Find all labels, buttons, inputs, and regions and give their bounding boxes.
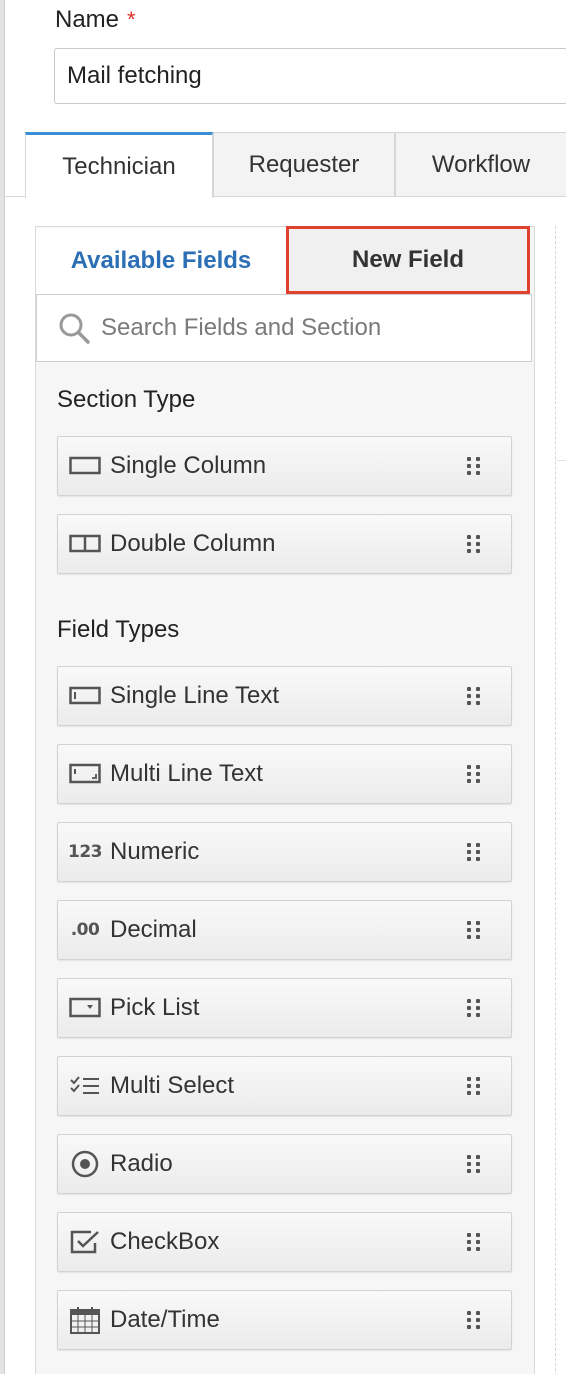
search-box[interactable] — [36, 294, 532, 362]
search-input[interactable] — [101, 314, 521, 342]
drag-handle-icon[interactable] — [467, 1153, 481, 1175]
pick-list-icon — [68, 995, 102, 1021]
drag-handle-icon[interactable] — [467, 841, 481, 863]
panel-divider — [555, 226, 556, 1374]
double-column-icon — [68, 531, 102, 557]
drag-handle-icon[interactable] — [467, 919, 481, 941]
field-item-label: CheckBox — [110, 1228, 220, 1255]
drag-handle-icon[interactable] — [467, 997, 481, 1019]
calendar-icon — [68, 1307, 102, 1334]
field-item-single-line-text[interactable]: Single Line Text — [57, 666, 512, 726]
subtab-new-field-label: New Field — [351, 246, 465, 273]
field-item-label: Double Column — [110, 530, 276, 557]
field-item-label: Multi Line Text — [110, 760, 263, 787]
field-item-multi-line-text[interactable]: Multi Line Text — [57, 744, 512, 804]
field-item-label: Radio — [110, 1150, 173, 1177]
field-item-label: Pick List — [110, 994, 200, 1021]
field-item-single-column[interactable]: Single Column — [57, 436, 512, 496]
field-item-radio[interactable]: Radio — [57, 1134, 512, 1194]
tab-workflow-label: Workflow — [431, 150, 531, 178]
field-item-label: Date/Time — [110, 1306, 220, 1333]
tab-technician[interactable]: Technician — [25, 132, 213, 198]
field-item-double-column[interactable]: Double Column — [57, 514, 512, 574]
required-marker: * — [127, 7, 136, 32]
field-item-checkbox[interactable]: CheckBox — [57, 1212, 512, 1272]
field-item-multi-select[interactable]: Multi Select — [57, 1056, 512, 1116]
left-border-line — [4, 0, 5, 1374]
field-item-numeric[interactable]: 123 Numeric — [57, 822, 512, 882]
radio-icon — [68, 1150, 102, 1178]
tab-requester[interactable]: Requester — [213, 132, 395, 196]
decimal-icon: .00 — [70, 920, 100, 940]
single-column-icon — [68, 453, 102, 479]
field-item-label: Single Column — [110, 452, 267, 479]
name-input[interactable] — [54, 48, 566, 104]
single-line-text-icon — [68, 683, 102, 709]
field-item-pick-list[interactable]: Pick List — [57, 978, 512, 1038]
field-item-label: Decimal — [110, 916, 197, 943]
subtab-available-fields-label: Available Fields — [70, 247, 252, 274]
name-label-text: Name — [55, 6, 120, 33]
tab-requester-label: Requester — [248, 150, 360, 178]
canvas-edge — [556, 460, 566, 461]
search-icon — [57, 311, 91, 345]
drag-handle-icon[interactable] — [467, 533, 481, 555]
numeric-icon: 123 — [68, 842, 103, 862]
checkbox-icon — [68, 1229, 102, 1255]
name-label: Name * — [55, 6, 136, 34]
field-item-label: Single Line Text — [110, 682, 280, 709]
tab-technician-label: Technician — [62, 152, 176, 180]
drag-handle-icon[interactable] — [467, 1231, 481, 1253]
multi-select-icon — [68, 1073, 102, 1099]
multi-line-text-icon — [68, 761, 102, 787]
tab-workflow[interactable]: Workflow — [395, 132, 566, 196]
field-types-heading: Field Types — [57, 616, 180, 643]
subtab-available-fields[interactable]: Available Fields — [36, 228, 286, 294]
section-type-heading: Section Type — [57, 386, 196, 413]
drag-handle-icon[interactable] — [467, 1075, 481, 1097]
drag-handle-icon[interactable] — [467, 455, 481, 477]
drag-handle-icon[interactable] — [467, 1309, 481, 1331]
field-item-label: Numeric — [110, 838, 200, 865]
field-item-date-time[interactable]: Date/Time — [57, 1290, 512, 1350]
drag-handle-icon[interactable] — [467, 685, 481, 707]
drag-handle-icon[interactable] — [467, 763, 481, 785]
field-item-decimal[interactable]: .00 Decimal — [57, 900, 512, 960]
field-item-label: Multi Select — [110, 1072, 235, 1099]
subtab-new-field[interactable]: New Field — [286, 226, 530, 294]
